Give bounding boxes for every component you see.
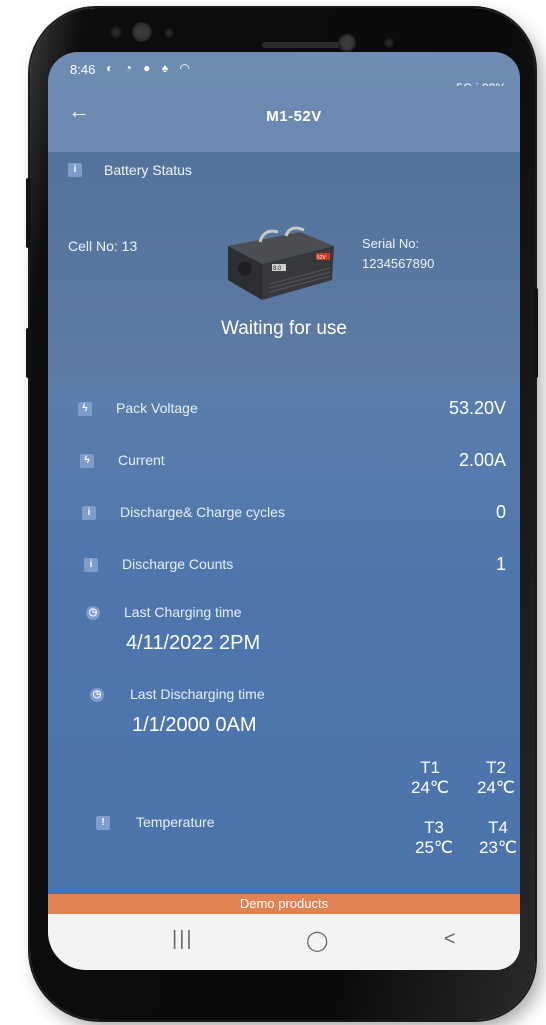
info-icon: i [84,558,98,572]
sensor-t4: T4 23℃ [472,818,520,858]
sensor-name: T1 [420,758,440,777]
sensor-name: T2 [486,758,506,777]
temperature-label: Temperature [136,814,215,830]
battery-status-panel: i Battery Status Cell No: 13 8.0 52V Ser… [48,152,520,382]
proximity-sensor-icon [164,28,174,38]
battery-state: Waiting for use [220,318,347,339]
info-icon: i [68,163,82,177]
led-indicator-icon [384,38,394,48]
iris-scanner-icon [132,22,152,42]
page-title: M1-52V [266,108,322,125]
serial-label: Serial No: [362,236,420,251]
sensor-name: T4 [488,818,508,837]
sensor-t3: T3 25℃ [408,818,460,858]
bixby-button [26,328,31,378]
metric-label: Discharge Counts [122,556,234,572]
section-label: Battery Status [104,162,192,178]
metric-value: 53.20V [448,398,506,418]
info-icon: i [82,506,96,520]
serial-value: 1234567890 [362,256,435,271]
battery-badge-right: 52V [317,255,327,261]
demo-banner: Demo products [48,894,520,914]
metric-value: 2.00A [458,450,506,470]
clock-icon: ◷ [86,606,100,620]
sensor-icon [110,26,122,38]
sensor-value: 23℃ [478,838,517,857]
metric-value: 0 [495,502,506,522]
recent-apps-button[interactable]: ||| [172,928,194,951]
metric-label: Current [118,452,165,468]
sensor-name: T3 [424,818,444,837]
app-header: ← M1-52V [48,86,520,153]
bolt-icon: ϟ [80,454,94,468]
system-nav-bar: ||| ◯ < [48,914,520,970]
notification-icons: ◐ ◔ ● ♠ ◠ [106,61,194,75]
bolt-icon: ϟ [78,402,92,416]
clock-icon: ◷ [90,688,104,702]
status-bar: 8:46 ◐ ◔ ● ♠ ◠ 5G ⫶ 99% [48,52,520,95]
last-charging-label: Last Charging time [124,604,242,620]
metric-label: Discharge& Charge cycles [120,504,285,520]
battery-pack-image: 8.0 52V [228,226,334,300]
battery-badge-left: 8.0 [273,266,282,272]
home-button[interactable]: ◯ [306,928,328,953]
sensor-value: 24℃ [410,778,449,797]
app-screen: 8:46 ◐ ◔ ● ♠ ◠ 5G ⫶ 99% ← M1-52V i Batte… [48,52,520,970]
last-charging-value: 4/11/2022 2PM [126,632,261,654]
cell-number: Cell No: 13 [68,238,138,254]
back-button[interactable]: < [444,928,456,951]
last-discharging-label: Last Discharging time [130,686,265,702]
thermometer-icon: ! [96,816,110,830]
power-button [534,288,538,378]
volume-button [26,178,31,248]
sensor-t1: T1 24℃ [404,758,456,798]
metric-label: Pack Voltage [116,400,198,416]
sensor-value: 24℃ [476,778,515,797]
clock: 8:46 [70,62,96,77]
metric-value: 1 [495,554,506,574]
front-camera-icon [338,34,356,52]
sensor-t2: T2 24℃ [470,758,520,798]
sensor-value: 25℃ [414,838,453,857]
last-discharging-value: 1/1/2000 0AM [132,714,257,736]
